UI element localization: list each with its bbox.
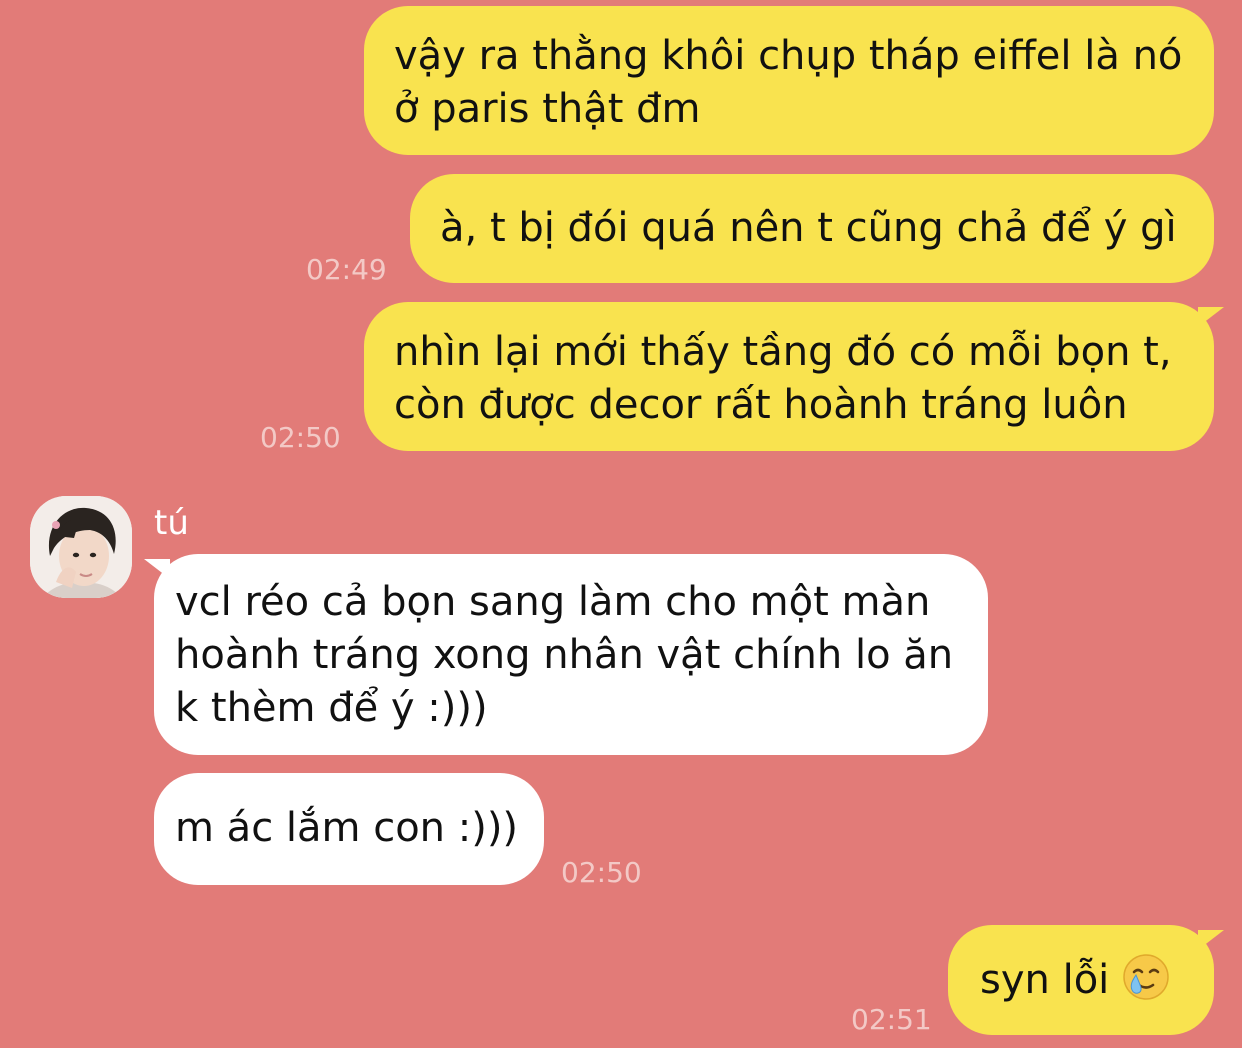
message-text-line: k thèm để ý :)))	[175, 685, 488, 731]
crying-smile-emoji-icon	[1122, 953, 1170, 1001]
sender-name: tú	[154, 503, 189, 543]
incoming-message[interactable]: vcl réo cả bọn sang làm cho một màn hoàn…	[154, 554, 988, 755]
message-text-line: vậy ra thằng khôi chụp tháp eiffel là nó	[394, 33, 1183, 79]
chat-window: vậy ra thằng khôi chụp tháp eiffel là nó…	[0, 0, 1242, 1048]
outgoing-message[interactable]: vậy ra thằng khôi chụp tháp eiffel là nó…	[364, 6, 1214, 155]
message-timestamp: 02:49	[306, 253, 387, 286]
message-text-line: vcl réo cả bọn sang làm cho một màn	[175, 579, 931, 625]
message-text-line: còn được decor rất hoành tráng luôn	[394, 382, 1128, 428]
message-text: m ác lắm con :)))	[175, 805, 519, 851]
sender-avatar[interactable]	[30, 496, 132, 598]
outgoing-message[interactable]: nhìn lại mới thấy tầng đó có mỗi bọn t, …	[364, 302, 1214, 451]
message-timestamp: 02:50	[561, 856, 642, 889]
incoming-message[interactable]: m ác lắm con :)))	[154, 773, 544, 885]
message-text: à, t bị đói quá nên t cũng chả để ý gì	[440, 205, 1177, 251]
message-text-line: hoành tráng xong nhân vật chính lo ăn	[175, 632, 954, 678]
outgoing-message[interactable]: syn lỗi	[948, 925, 1214, 1035]
message-timestamp: 02:51	[851, 1003, 932, 1036]
message-text: syn lỗi	[980, 957, 1110, 1003]
avatar-image	[30, 496, 132, 598]
outgoing-message[interactable]: à, t bị đói quá nên t cũng chả để ý gì	[410, 174, 1214, 283]
message-text-line: nhìn lại mới thấy tầng đó có mỗi bọn t,	[394, 329, 1172, 375]
message-timestamp: 02:50	[260, 421, 341, 454]
message-text-line: ở paris thật đm	[394, 86, 701, 132]
